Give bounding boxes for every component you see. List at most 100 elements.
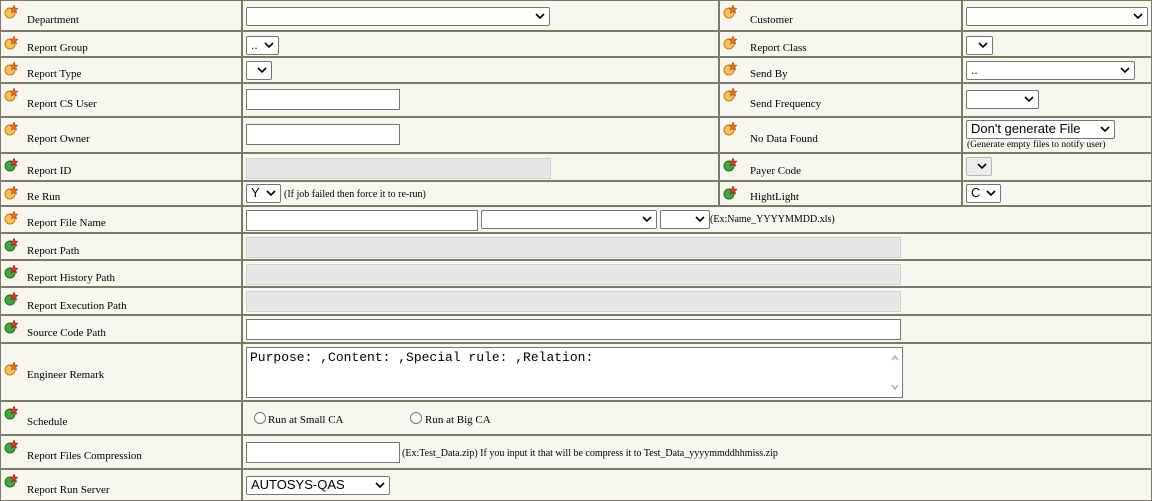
chevron-down-icon [263,39,275,51]
send-frequency-select[interactable] [966,90,1039,109]
engineer-remark-textarea[interactable]: Purpose: ,Content: ,Special rule: ,Relat… [246,347,903,398]
report-owner-input[interactable] [246,124,400,145]
no-data-found-value: Don't generate File [971,121,1081,136]
customer-field-cell [962,0,1152,31]
re-run-field-cell: Y (If job failed then force it to re-run… [242,181,719,206]
payer-code-field-cell [962,153,1152,181]
report-execution-path-field-cell [242,287,1152,315]
report-cs-user-input[interactable] [246,89,400,110]
scroll-down-icon[interactable] [891,383,899,391]
report-cs-user-field-cell [242,83,719,117]
department-label-cell: Department [0,0,242,31]
report-history-path-input[interactable] [246,264,901,285]
chevron-down-icon [256,64,268,76]
compression-input[interactable] [246,442,400,463]
orange-star-icon [723,122,737,136]
send-by-value: .. [971,63,978,77]
report-group-field-cell: .. [242,31,719,57]
chevron-down-icon [1119,64,1131,76]
chevron-down-icon [694,213,706,225]
re-run-label: Re Run [27,191,61,203]
no-data-found-select[interactable]: Don't generate File [966,120,1115,139]
report-group-value: .. [251,38,258,52]
no-data-found-field-cell: Don't generate File (Generate empty file… [962,117,1152,153]
run-server-value: AUTOSYS-QAS [251,477,345,492]
highlight-select[interactable]: C [966,184,1001,203]
green-star-icon [723,186,737,200]
engineer-remark-field-cell: Purpose: ,Content: ,Special rule: ,Relat… [242,343,1152,401]
no-data-found-label-cell: No Data Found [719,117,962,153]
chevron-down-icon [1132,10,1144,22]
report-cs-user-label: Report CS User [27,98,97,110]
run-server-select[interactable]: AUTOSYS-QAS [246,476,390,495]
report-execution-path-label: Report Execution Path [27,300,127,312]
report-file-name-format-select[interactable] [481,210,657,229]
no-data-found-hint: (Generate empty files to notify user) [967,140,1106,150]
report-file-name-ext-select[interactable] [660,210,710,229]
report-class-label: Report Class [750,42,807,54]
run-big-ca-label: Run at Big CA [425,414,491,426]
engineer-remark-label: Engineer Remark [27,369,105,381]
report-group-select[interactable]: .. [246,36,279,55]
chevron-down-icon [374,479,386,491]
green-star-icon [4,265,18,279]
report-file-name-field-cell: (Ex:Name_YYYYMMDD.xls) [242,206,1152,233]
customer-select[interactable] [966,7,1148,26]
orange-star-icon [4,88,18,102]
schedule-label: Schedule [27,416,68,428]
orange-star-icon [4,62,18,76]
chevron-down-icon [641,213,653,225]
run-small-ca-radio[interactable] [254,412,266,424]
source-code-path-input[interactable] [246,319,901,340]
compression-field-cell: (Ex:Test_Data.zip) If you input it that … [242,435,1152,469]
report-class-select[interactable] [966,36,993,55]
chevron-down-icon [1023,93,1035,105]
report-file-name-input[interactable] [246,210,478,231]
payer-code-select[interactable] [966,157,992,176]
engineer-remark-value: Purpose: ,Content: ,Special rule: ,Relat… [250,350,594,365]
payer-code-label: Payer Code [750,165,802,177]
no-data-found-label: No Data Found [750,133,818,145]
report-path-field-cell [242,233,1152,260]
compression-label-cell: Report Files Compression [0,435,242,469]
source-code-path-field-cell [242,315,1152,343]
report-execution-path-input[interactable] [246,291,901,312]
source-code-path-label-cell: Source Code Path [0,315,242,343]
orange-star-icon [723,5,737,19]
report-path-label-cell: Report Path [0,233,242,260]
scroll-up-icon[interactable] [891,354,899,362]
re-run-select[interactable]: Y [246,184,281,203]
report-group-label-cell: Report Group [0,31,242,57]
orange-star-icon [4,122,18,136]
orange-star-icon [723,88,737,102]
orange-star-icon [723,36,737,50]
report-history-path-label-cell: Report History Path [0,260,242,287]
highlight-label-cell: HightLight [719,181,962,206]
engineer-remark-label-cell: Engineer Remark [0,343,242,401]
department-label: Department [27,14,79,26]
report-file-name-label-cell: Report File Name [0,206,242,233]
source-code-path-label: Source Code Path [27,327,106,339]
chevron-down-icon [977,39,989,51]
send-frequency-label: Send Frequency [750,98,822,110]
report-path-input[interactable] [246,237,901,258]
report-id-input[interactable] [246,158,551,179]
highlight-label: HightLight [750,191,799,203]
chevron-down-icon [976,160,988,172]
department-select[interactable] [246,7,550,26]
schedule-label-cell: Schedule [0,401,242,435]
re-run-value: Y [251,185,260,200]
report-history-path-label: Report History Path [27,272,115,284]
report-file-name-hint: (Ex:Name_YYYYMMDD.xls) [710,214,835,225]
report-id-label: Report ID [27,165,72,177]
green-star-icon [4,158,18,172]
report-type-select[interactable] [246,61,272,80]
run-server-label-cell: Report Run Server [0,469,242,501]
customer-label: Customer [750,14,793,26]
compression-hint: (Ex:Test_Data.zip) If you input it that … [402,448,778,459]
chevron-down-icon [265,187,277,199]
run-big-ca-radio[interactable] [410,412,422,424]
schedule-field-cell: Run at Small CA Run at Big CA [242,401,1152,435]
send-by-select[interactable]: .. [966,61,1135,80]
green-star-icon [723,158,737,172]
